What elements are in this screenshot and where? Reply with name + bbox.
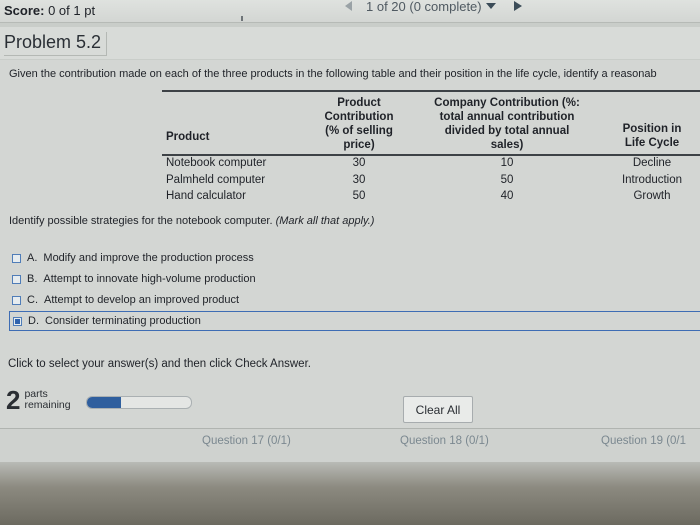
option-letter: D.	[28, 315, 39, 327]
progress-bar	[86, 396, 192, 409]
pager-text[interactable]: 1 of 20 (0 complete)	[366, 0, 482, 14]
header-life-cycle-position: Position in Life Cycle	[622, 123, 682, 149]
cell-company: 10	[500, 157, 514, 169]
cell-product: Palmheld computer	[166, 173, 266, 186]
cell-contribution: 30	[352, 173, 366, 186]
table-header: Product Product Contribution (% of selli…	[162, 92, 700, 156]
score-display: Score: 0 of 1 pt	[4, 3, 95, 18]
option-d[interactable]: D. Consider terminating production	[9, 311, 700, 331]
table-row: Palmheld computer 30 50 Introduction	[162, 173, 700, 190]
cell-position: Decline	[632, 157, 672, 169]
parts-remaining: 2 parts remaining	[6, 387, 71, 413]
question-content: Given the contribution made on each of t…	[0, 60, 700, 460]
header-company-contribution: Company Contribution (%: total annual co…	[434, 97, 580, 151]
intro-text: Given the contribution made on each of t…	[9, 68, 657, 80]
option-letter: B.	[27, 273, 38, 285]
option-c[interactable]: C. Attempt to develop an improved produc…	[12, 291, 239, 309]
cell-company: 40	[500, 190, 514, 202]
cell-product: Notebook computer	[166, 157, 267, 169]
cell-contribution: 30	[352, 157, 366, 169]
table-row: Notebook computer 30 10 Decline	[162, 156, 700, 173]
screen-bottom-edge	[0, 462, 700, 525]
top-bar: Score: 0 of 1 pt 1 of 20 (0 complete)	[0, 0, 700, 23]
progress-fill	[87, 397, 122, 408]
option-text: Attempt to develop an improved product	[44, 294, 240, 306]
cell-company: 50	[500, 173, 514, 186]
checkbox-checked[interactable]	[13, 316, 22, 326]
cell-product: Hand calculator	[166, 190, 246, 202]
checkbox[interactable]	[12, 274, 21, 284]
score-value: 0 of 1 pt	[48, 3, 96, 18]
clear-all-button[interactable]: Clear All	[403, 396, 473, 423]
checkbox[interactable]	[12, 295, 21, 305]
next-question-icon[interactable]	[513, 1, 522, 11]
table-row: Hand calculator 50 40 Growth	[162, 189, 700, 206]
option-letter: C.	[27, 294, 38, 306]
header-product-contribution: Product Contribution (% of selling price…	[324, 97, 394, 151]
prompt-instruction: (Mark all that apply.)	[275, 215, 375, 227]
chevron-down-icon[interactable]	[485, 3, 496, 9]
checkbox[interactable]	[12, 253, 21, 263]
question-link[interactable]: Question 19 (0/1	[601, 435, 686, 447]
option-text: Attempt to innovate high-volume producti…	[43, 273, 256, 285]
option-letter: A.	[27, 252, 38, 264]
question-link[interactable]: Question 17 (0/1)	[202, 435, 291, 447]
parts-label-line2: remaining	[24, 399, 71, 411]
option-text: Modify and improve the production proces…	[43, 252, 254, 264]
instruction-hint: Click to select your answer(s) and then …	[8, 358, 311, 370]
option-a[interactable]: A. Modify and improve the production pro…	[12, 249, 254, 267]
header-product: Product	[166, 131, 210, 143]
parts-count: 2	[6, 385, 21, 415]
question-prompt: Identify possible strategies for the not…	[9, 215, 374, 227]
product-table: Product Product Contribution (% of selli…	[162, 90, 700, 206]
problem-header: Problem 5.2	[0, 27, 700, 59]
question-pager: 1 of 20 (0 complete)	[345, 0, 522, 16]
score-label: Score:	[4, 3, 45, 18]
divider-mark	[241, 16, 243, 21]
option-b[interactable]: B. Attempt to innovate high-volume produ…	[12, 270, 256, 288]
previous-question-icon[interactable]	[345, 1, 352, 11]
option-text: Consider terminating production	[45, 315, 201, 327]
cell-position: Growth	[633, 190, 671, 202]
cell-contribution: 50	[352, 190, 366, 202]
question-navigation: Question 17 (0/1) Question 18 (0/1) Ques…	[0, 428, 700, 463]
parts-label: parts remaining	[24, 389, 70, 411]
prompt-text: Identify possible strategies for the not…	[9, 215, 273, 227]
cell-position: Introduction	[621, 173, 683, 186]
question-link[interactable]: Question 18 (0/1)	[400, 435, 489, 447]
problem-title: Problem 5.2	[4, 32, 108, 56]
